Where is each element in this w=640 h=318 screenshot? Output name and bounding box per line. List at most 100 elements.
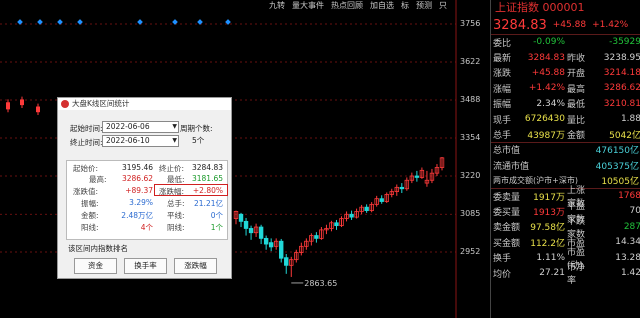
quote-value: 70	[629, 206, 640, 217]
axis-tick-label: 3756	[460, 19, 481, 28]
amp-value: 3.29%	[129, 198, 153, 207]
cycle-label: 周期个数:	[180, 124, 213, 133]
chevron-down-icon: ▼	[172, 123, 177, 130]
quote-label: 换手	[493, 254, 512, 265]
quote-label: 开盘	[567, 69, 586, 80]
quote-label: 最高	[567, 84, 586, 95]
quote-panel: 上证指数 000001 3284.83 +45.88 +1.42% 委比 -0.0…	[490, 0, 640, 318]
price-line: 3284.83 +45.88 +1.42%	[491, 16, 640, 34]
quote-label: 卖金额	[493, 223, 521, 234]
toolbar-item-6[interactable]: 只	[438, 0, 448, 13]
quote-value: +1.42%	[528, 83, 565, 94]
candle-body	[268, 242, 274, 248]
stats-box: 起始价: 3195.46 终止价: 3284.83 最高: 3286.62 最低…	[66, 160, 228, 240]
cycle-value: 5个	[192, 136, 205, 145]
quote-rows: 委比 -0.09% -35929 最新 3284.83 昨收 3238.95 涨跌 +45.88…	[491, 34, 640, 286]
candle-body	[349, 213, 354, 218]
quote-label: 买金额	[493, 238, 521, 249]
candle-body	[284, 257, 289, 266]
candle-body	[334, 222, 339, 227]
quote-label: 委卖量	[493, 192, 521, 203]
quote-row: 涨幅 +1.42% 最高 3286.62	[491, 80, 640, 95]
dialog-titlebar[interactable]: 大盘K线区间统计	[58, 98, 231, 110]
quote-label: 流通市值	[493, 161, 530, 172]
quote-row: 流通市值 405375亿	[491, 157, 640, 172]
candle-body	[243, 220, 249, 229]
quote-label: 涨跌	[493, 69, 512, 80]
toolbar-item-0[interactable]: 九转	[268, 0, 286, 13]
amt-label: 金额:	[81, 211, 99, 220]
quote-row: 卖金额 97.58亿 下跌家数 287	[491, 217, 640, 240]
low-marker-label: 2863.65	[304, 279, 337, 288]
end-label: 终止时间:	[70, 138, 103, 147]
quote-value: 112.2亿	[530, 238, 565, 249]
quote-value: -35929	[609, 37, 640, 48]
quote-value: 1913万	[533, 207, 565, 218]
turnover-button[interactable]: 换手率	[124, 258, 167, 274]
quote-value: 3286.62	[603, 83, 640, 94]
toolbar-item-1[interactable]: 量大事件	[291, 0, 325, 13]
quote-label: 昨收	[567, 54, 586, 65]
quote-label: 振幅	[493, 100, 512, 111]
axis-tick-label: 3085	[460, 209, 481, 219]
index-title: 上证指数 000001	[495, 1, 585, 14]
quote-row: 振幅 2.34% 最低 3210.81	[491, 96, 640, 111]
candle-body	[414, 175, 420, 178]
toolbar-item-4[interactable]: 标	[400, 0, 410, 13]
candle-body	[314, 235, 319, 239]
price-change: +45.88	[552, 20, 587, 30]
start-date-picker[interactable]: 2022-06-06 ▼	[102, 121, 179, 133]
quote-row: 委比 -0.09% -35929	[491, 34, 640, 49]
quote-label: 市净率	[567, 263, 586, 287]
quote-value: 27.21	[539, 268, 565, 279]
chart-toolbar: 九转 量大事件 热点回顾 加自选标预测只	[268, 0, 448, 13]
axis-tick-label: 2952	[460, 247, 481, 256]
chg-value: +89.37	[125, 186, 153, 195]
price-change-pct: +1.42%	[592, 20, 629, 30]
axis-tick-label: 3354	[460, 133, 481, 142]
flat-value: 0个	[210, 211, 223, 220]
quote-value: 14.34	[615, 237, 640, 248]
high-value: 3286.62	[121, 174, 153, 183]
vol-value: 21.21亿	[194, 199, 223, 208]
quote-value: 2.34%	[536, 98, 565, 109]
amt-value: 2.48万亿	[121, 211, 153, 220]
quote-value: 1917万	[533, 192, 565, 203]
start-price: 3195.46	[121, 163, 153, 172]
dialog-title: 大盘K线区间统计	[72, 99, 130, 108]
end-date-picker[interactable]: 2022-06-10 ▼	[102, 135, 179, 147]
rank-label: 该区间内指数排名	[68, 244, 128, 253]
pct-highlight	[154, 184, 228, 196]
quote-value: 1.42	[620, 268, 640, 279]
quote-label: 均价	[493, 269, 512, 280]
quote-value: 1.88	[620, 114, 640, 125]
toolbar-item-2[interactable]: 热点回顾	[330, 0, 364, 13]
candle-body	[399, 186, 405, 190]
quote-value: 287	[623, 221, 640, 232]
change-pct-button[interactable]: 涨跌幅	[174, 258, 217, 274]
toolbar-item-5[interactable]: 预测	[415, 0, 433, 13]
quote-label: 最新	[493, 54, 512, 65]
price-axis: 3756 3622 3488 3354 3220 3085 2952	[456, 0, 490, 318]
axis-tick-label: 3622	[460, 57, 481, 66]
yin-label: 阴线:	[167, 223, 185, 232]
end-price: 3284.83	[191, 163, 223, 172]
quote-value: 10505亿	[601, 177, 639, 188]
axis-tick-label: 3488	[460, 95, 481, 104]
quote-value: +45.88	[531, 67, 565, 78]
chevron-down-icon: ▼	[172, 137, 177, 144]
funds-button[interactable]: 资金	[74, 258, 117, 274]
quote-row: 现手 6726430 量比 1.88	[491, 111, 640, 126]
quote-value: 3284.83	[527, 52, 565, 63]
candle-body	[248, 228, 254, 234]
toolbar-item-3[interactable]: 加自选	[369, 0, 395, 13]
quote-value: 405375亿	[595, 161, 639, 172]
quote-value: 13.28	[615, 252, 640, 263]
candle-body	[20, 99, 24, 106]
quote-value: 43987万	[527, 131, 565, 142]
interval-stats-dialog[interactable]: 大盘K线区间统计 起始时间: 2022-06-06 ▼ 终止时间: 2022-06…	[57, 97, 232, 279]
quote-row: 均价 27.21 市净率 1.42	[491, 263, 640, 286]
candle-body	[6, 102, 10, 110]
quote-value: 3238.95	[603, 52, 640, 63]
quote-row: 最新 3284.83 昨收 3238.95	[491, 49, 640, 65]
